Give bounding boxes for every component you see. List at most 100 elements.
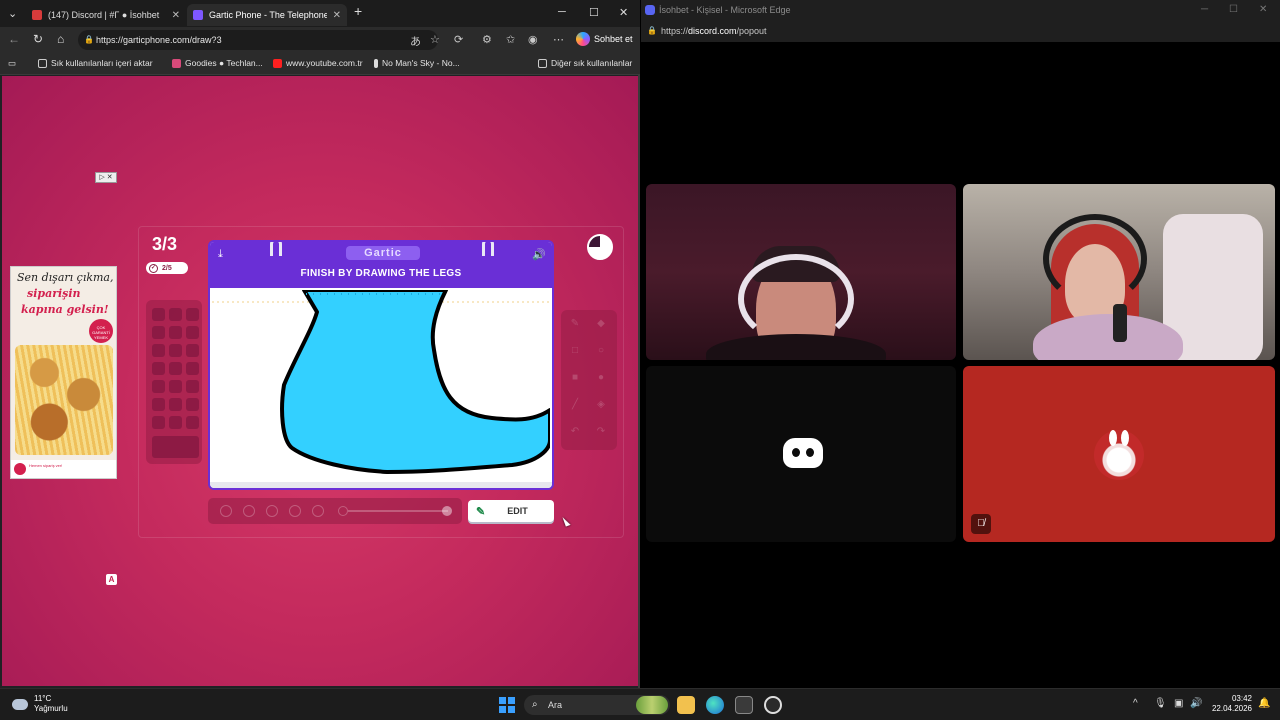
color-swatch[interactable] xyxy=(152,344,165,357)
url-bar[interactable]: 🔒 https://garticphone.com/draw?3 xyxy=(78,30,438,50)
copilot-chat-button[interactable]: Sohbet et xyxy=(576,32,633,46)
color-swatch[interactable] xyxy=(169,344,182,357)
color-swatch[interactable] xyxy=(186,362,199,375)
filled-ellipse-tool-icon[interactable]: ● xyxy=(591,368,611,388)
line-tool-icon[interactable]: ╱ xyxy=(565,395,585,415)
profile-icon[interactable]: ◉ xyxy=(528,33,538,46)
start-button[interactable] xyxy=(499,697,515,713)
color-swatch[interactable] xyxy=(186,380,199,393)
tray-overflow-icon[interactable]: ^ xyxy=(1133,698,1138,709)
edge-icon[interactable] xyxy=(706,696,724,714)
color-swatch[interactable] xyxy=(186,308,199,321)
search-highlight-image[interactable] xyxy=(636,696,668,714)
color-swatch[interactable] xyxy=(169,380,182,393)
selected-color-swatch[interactable] xyxy=(152,436,199,458)
pen-tool-icon[interactable]: ✎ xyxy=(565,314,585,334)
brush-size-4[interactable] xyxy=(289,505,301,517)
favorite-star-icon[interactable]: ☆ xyxy=(430,33,440,46)
minimize-button[interactable]: ─ xyxy=(558,6,566,18)
color-swatch[interactable] xyxy=(186,344,199,357)
color-swatch[interactable] xyxy=(186,326,199,339)
notification-icon[interactable]: 🔔 xyxy=(1258,698,1270,709)
color-swatch[interactable] xyxy=(152,362,165,375)
file-explorer-icon[interactable] xyxy=(677,696,695,714)
opacity-slider[interactable] xyxy=(348,506,452,516)
split-screen-icon[interactable]: ▭ xyxy=(8,58,16,69)
color-swatch[interactable] xyxy=(186,416,199,429)
ellipse-tool-icon[interactable]: ○ xyxy=(591,341,611,361)
brush-size-2[interactable] xyxy=(243,505,255,517)
bookmark-import[interactable]: Sık kullanılanları içeri aktar xyxy=(38,58,153,68)
translate-icon[interactable]: あ xyxy=(410,33,421,49)
extensions-icon[interactable]: ⚙ xyxy=(482,33,492,46)
bookmark-goodies[interactable]: Goodies ● Techlan... xyxy=(172,58,263,68)
mic-off-icon: 🎙̸ xyxy=(971,514,991,534)
microphone-tray-icon[interactable]: 🎙 xyxy=(1154,698,1167,709)
system-clock[interactable]: 03:42 22.04.2026 xyxy=(1210,694,1252,714)
filled-rectangle-tool-icon[interactable]: ■ xyxy=(565,368,585,388)
new-tab-button[interactable]: + xyxy=(354,3,362,19)
favorites-icon[interactable]: ✩ xyxy=(506,33,515,46)
video-tile-user-2[interactable] xyxy=(963,184,1275,360)
close-window-button[interactable]: ✕ xyxy=(1259,4,1267,15)
weather-widget[interactable]: 11°C Yağmurlu xyxy=(12,694,68,714)
voice-tile-discord-user[interactable] xyxy=(646,366,956,542)
discord-icon xyxy=(645,5,655,15)
color-swatch[interactable] xyxy=(152,308,165,321)
tab-actions-icon[interactable]: ⌄ xyxy=(8,7,17,20)
url-text: https://garticphone.com/draw?3 xyxy=(96,35,222,45)
more-menu-icon[interactable]: ⋯ xyxy=(553,33,564,46)
eraser-tool-icon[interactable]: ◆ xyxy=(591,314,611,334)
color-swatch[interactable] xyxy=(169,398,182,411)
back-icon[interactable]: ← xyxy=(8,32,20,46)
close-window-button[interactable]: ✕ xyxy=(619,6,628,19)
brush-size-3[interactable] xyxy=(266,505,278,517)
color-swatch[interactable] xyxy=(169,308,182,321)
bookmark-label: Diğer sık kullanılanlar xyxy=(551,58,633,68)
tab-discord[interactable]: (147) Discord | #Γ ● İsohbet ✕ xyxy=(26,4,186,26)
drawing-canvas[interactable] xyxy=(212,290,550,484)
discord-tab-icon xyxy=(32,10,42,20)
tab-gartic[interactable]: Gartic Phone - The Telephone Gar ✕ xyxy=(187,4,347,26)
color-swatch[interactable] xyxy=(152,326,165,339)
food-advertisement[interactable]: Sen dışarı çıkma, siparişin kapına gelsi… xyxy=(10,266,117,479)
gartic-tab-icon xyxy=(193,10,203,20)
ad-choices-icon[interactable]: ▷ ✕ xyxy=(95,172,117,183)
maximize-button[interactable]: ☐ xyxy=(1229,4,1238,15)
close-tab-icon[interactable]: ✕ xyxy=(172,10,180,21)
store-icon[interactable] xyxy=(735,696,753,714)
rectangle-tool-icon[interactable]: □ xyxy=(565,341,585,361)
volume-icon[interactable]: 🔊 xyxy=(1190,698,1202,709)
refresh-page-icon[interactable]: ⟳ xyxy=(454,33,463,46)
network-icon[interactable]: ▣ xyxy=(1174,698,1183,709)
reload-icon[interactable]: ↻ xyxy=(33,32,43,46)
slider-knob[interactable] xyxy=(442,506,452,516)
brush-size-5[interactable] xyxy=(312,505,324,517)
ad-headline: Sen dışarı çıkma, xyxy=(17,271,114,284)
color-swatch[interactable] xyxy=(169,362,182,375)
color-swatch[interactable] xyxy=(169,326,182,339)
fill-bucket-icon[interactable]: ◈ xyxy=(591,395,611,415)
brush-size-1[interactable] xyxy=(220,505,232,517)
redo-icon[interactable]: ↷ xyxy=(591,422,611,442)
minimize-button[interactable]: ─ xyxy=(1201,4,1208,15)
maximize-button[interactable]: ☐ xyxy=(589,6,599,19)
voice-tile-bunny-user[interactable]: 🎙̸ xyxy=(963,366,1275,542)
close-tab-icon[interactable]: ✕ xyxy=(333,10,341,21)
tool-panel: ✎ ◆ □ ○ ■ ● ╱ ◈ ↶ ↷ xyxy=(561,310,617,450)
color-swatch[interactable] xyxy=(152,416,165,429)
color-swatch[interactable] xyxy=(186,398,199,411)
other-bookmarks[interactable]: Diğer sık kullanılanlar xyxy=(538,58,632,68)
color-swatch[interactable] xyxy=(152,398,165,411)
bookmark-youtube[interactable]: www.youtube.com.tr xyxy=(273,58,363,68)
edit-button[interactable]: ✎ EDIT xyxy=(468,500,554,522)
video-tile-user-1[interactable] xyxy=(646,184,956,360)
undo-icon[interactable]: ↶ xyxy=(565,422,585,442)
settings-app-icon[interactable] xyxy=(764,696,782,714)
download-icon[interactable]: ⤓ xyxy=(218,248,223,261)
sound-icon[interactable]: 🔊 xyxy=(532,248,546,261)
color-swatch[interactable] xyxy=(152,380,165,393)
color-swatch[interactable] xyxy=(169,416,182,429)
home-icon[interactable]: ⌂ xyxy=(57,32,64,46)
bookmark-nomansky[interactable]: No Man's Sky - No... xyxy=(374,58,460,68)
